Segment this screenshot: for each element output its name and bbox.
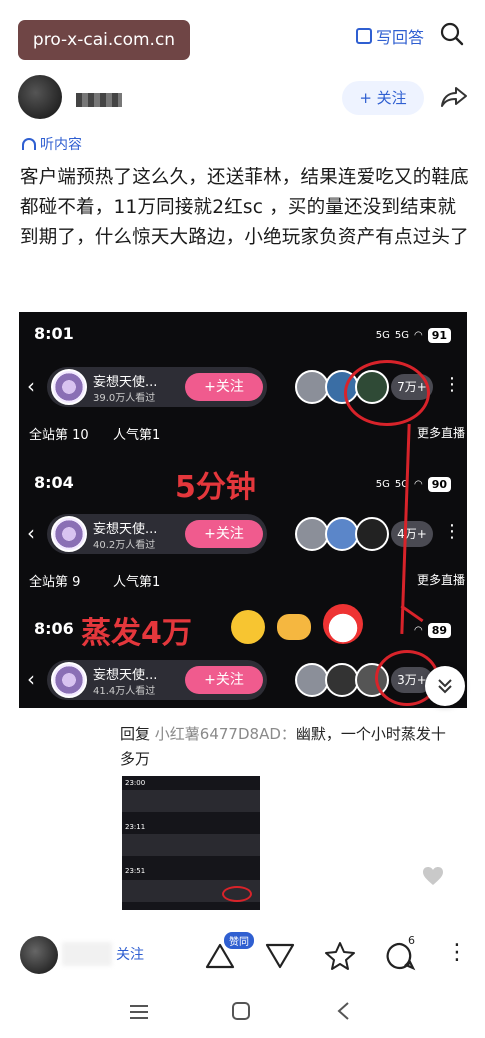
author-row: + 关注: [18, 75, 468, 129]
annotation-minutes: 5分钟: [175, 470, 256, 505]
streamer-views: 41.4万人看过: [93, 686, 156, 697]
back-nav-icon[interactable]: [334, 1000, 354, 1022]
avatar[interactable]: [18, 75, 62, 119]
listen-button[interactable]: 听内容: [22, 134, 82, 154]
streamer-name: 妄想天使...: [93, 375, 158, 390]
listen-label: 听内容: [40, 137, 82, 153]
reply-label: 回复: [120, 725, 151, 743]
streamer-chip: 妄想天使... 39.0万人看过 +关注: [47, 367, 267, 407]
status-time: 8:06: [34, 619, 74, 638]
viewer-avatar: [355, 517, 389, 551]
write-answer-button[interactable]: 写回答: [356, 24, 424, 48]
author-name-redacted[interactable]: [76, 93, 122, 107]
thumb-time: 23:51: [125, 867, 146, 875]
back-icon: ‹: [27, 521, 35, 545]
thumb-time: 23:11: [125, 823, 146, 831]
wifi-icon: ◠: [413, 479, 423, 490]
site-rank: 全站第 10: [29, 428, 89, 443]
viewer-avatars: 4万+: [295, 517, 435, 553]
clown-emoji-icon: [323, 604, 363, 644]
top-bar: ‹ pro-x-cai.com.cn 写回答: [0, 0, 485, 70]
back-icon: ‹: [27, 667, 35, 691]
system-nav-bar: [0, 990, 485, 1038]
viewer-avatar: [295, 663, 329, 697]
status-time: 8:04: [34, 473, 74, 492]
write-answer-label: 写回答: [376, 28, 425, 47]
streamer-views: 40.2万人看过: [93, 540, 156, 551]
status-time: 8:01: [34, 324, 74, 343]
home-icon[interactable]: [230, 1000, 252, 1022]
streamer-avatar: [51, 662, 87, 698]
follow-button[interactable]: + 关注: [342, 81, 424, 115]
edit-icon: [356, 28, 372, 44]
post-body: 客户端预热了这么久，还送菲林，结果连爱吃又的鞋底都碰不着，11万同接就2红sc …: [20, 167, 469, 248]
embedded-screenshot[interactable]: 8:01 5G 5G ◠ 91 ‹ 妄想天使... 39.0万人看过 +关注 7…: [19, 312, 467, 708]
battery-level: 89: [427, 623, 451, 638]
bottom-action-bar: 关注 赞同 6 ⋮: [0, 928, 485, 984]
upvote-badge: 赞同: [224, 932, 254, 949]
popularity-rank: 人气第1: [113, 575, 161, 590]
follow-button[interactable]: 关注: [116, 944, 144, 964]
live-row: ‹ 妄想天使... 40.2万人看过 +关注 4万+ ⋮: [19, 509, 467, 559]
viewer-avatar: [295, 370, 329, 404]
back-icon: ‹: [27, 374, 35, 398]
more-icon: ⋮: [443, 521, 461, 542]
streamer-chip: 妄想天使... 40.2万人看过 +关注: [47, 514, 267, 554]
rank-row: 全站第 9 人气第1 更多直播: [19, 565, 467, 593]
annotation-evaporate: 蒸发4万: [81, 616, 192, 651]
status-bar: 5G 5G ◠ 91: [376, 328, 451, 343]
share-icon[interactable]: [440, 85, 468, 109]
more-live: 更多直播: [417, 573, 466, 587]
signal-label: 5G: [375, 330, 390, 341]
thumb-row: [122, 790, 260, 812]
more-icon: ⋮: [443, 374, 461, 395]
heart-icon[interactable]: [422, 866, 444, 886]
thumb-time: 23:00: [125, 779, 146, 787]
laughing-emoji-icon: [231, 610, 265, 644]
star-icon[interactable]: [324, 940, 356, 972]
reply-comment: 回复 小红薯6477D8AD：幽默，一个小时蒸发十多万: [120, 722, 460, 772]
viewer-avatar: [325, 663, 359, 697]
thumb-row: [122, 834, 260, 856]
wifi-icon: ◠: [413, 625, 423, 636]
avatar[interactable]: [20, 936, 58, 974]
wifi-icon: ◠: [413, 330, 423, 341]
signal-label: 5G: [375, 479, 390, 490]
search-icon[interactable]: [440, 22, 464, 46]
more-live: 更多直播: [417, 426, 466, 440]
downvote-icon[interactable]: [264, 940, 296, 972]
streamer-chip: 妄想天使... 41.4万人看过 +关注: [47, 660, 267, 700]
reply-nickname[interactable]: 小红薯6477D8AD：: [155, 725, 296, 743]
pointing-hand-icon: [277, 614, 311, 640]
comment-count: 6: [408, 934, 415, 947]
streamer-avatar: [51, 369, 87, 405]
streamer-name: 妄想天使...: [93, 668, 158, 683]
more-icon[interactable]: ⋮: [446, 940, 468, 965]
collapse-button[interactable]: [425, 666, 465, 706]
annotation-circle: [344, 360, 430, 426]
author-name-redacted: [62, 942, 112, 966]
popularity-rank: 人气第1: [113, 428, 161, 443]
status-bar: ◠ 89: [414, 623, 451, 638]
streamer-name: 妄想天使...: [93, 522, 158, 537]
streamer-avatar: [51, 516, 87, 552]
viewer-avatar: [295, 517, 329, 551]
streamer-follow: +关注: [185, 373, 263, 401]
status-bar: 5G 5G ◠ 90: [376, 477, 451, 492]
headphones-icon: [22, 138, 36, 150]
recent-apps-icon[interactable]: [128, 1002, 150, 1022]
double-chevron-down-icon: [438, 679, 452, 694]
streamer-follow: +关注: [185, 520, 263, 548]
watermark: pro-x-cai.com.cn: [18, 20, 190, 60]
reply-image-thumbnail[interactable]: 23:00 23:11 23:51: [122, 776, 260, 910]
annotation-circle: [222, 886, 252, 902]
streamer-views: 39.0万人看过: [93, 393, 156, 404]
viewer-count: 4万+: [391, 521, 433, 547]
battery-level: 90: [427, 477, 451, 492]
battery-level: 91: [427, 328, 451, 343]
signal-label: 5G: [394, 330, 409, 341]
site-rank: 全站第 9: [29, 575, 81, 590]
viewer-avatar: [325, 517, 359, 551]
streamer-follow: +关注: [185, 666, 263, 694]
